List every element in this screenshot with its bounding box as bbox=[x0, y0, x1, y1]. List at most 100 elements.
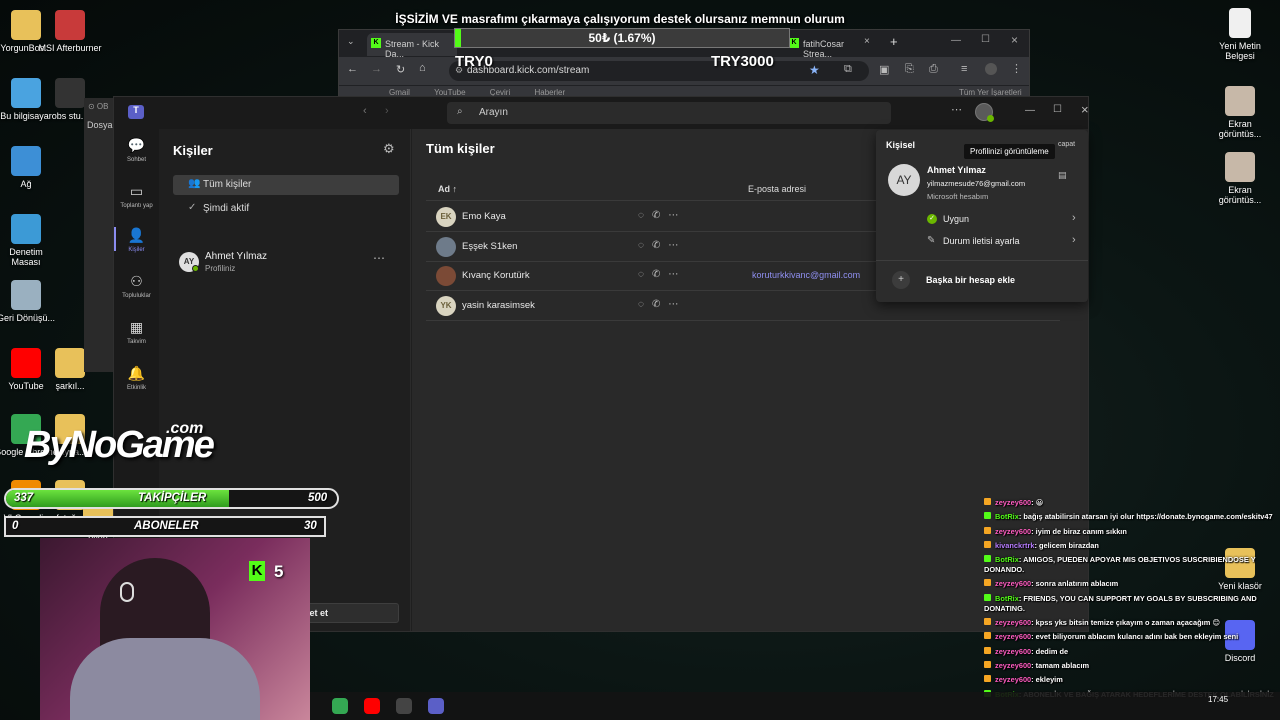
reload-icon[interactable]: ↻ bbox=[396, 63, 405, 76]
call-icon[interactable]: ✆ bbox=[652, 210, 668, 221]
obs-icon[interactable] bbox=[396, 698, 412, 714]
rail-calendar[interactable]: ▦ Takvim bbox=[114, 319, 159, 345]
desktop-icon[interactable]: Denetim Masası bbox=[0, 214, 58, 267]
row-actions: ◌✆⋯ bbox=[638, 299, 686, 310]
chat-username[interactable]: zeyzey600 bbox=[995, 579, 1031, 588]
badge-icon bbox=[984, 618, 991, 626]
my-profile-item[interactable]: AY Ahmet Yılmaz Profiliniz ⋯ bbox=[179, 249, 405, 279]
set-status-message[interactable]: ✎ Durum iletisi ayarla › bbox=[926, 234, 1082, 252]
chat-username[interactable]: zeyzey600 bbox=[995, 661, 1031, 670]
nav-all-contacts[interactable]: 👥 Tüm kişiler bbox=[173, 175, 399, 195]
media-icon[interactable]: ≡ bbox=[961, 63, 967, 75]
profile-avatar-button[interactable] bbox=[975, 103, 994, 122]
webcam-feed bbox=[40, 538, 310, 720]
bookmark-star-icon[interactable]: ★ bbox=[809, 63, 820, 77]
contact-card-icon[interactable]: ▤ bbox=[1058, 170, 1067, 181]
donation-goal-min: TRY0 bbox=[455, 53, 493, 70]
desktop-icon[interactable]: Ekran görüntüs... bbox=[1208, 152, 1272, 205]
chat-username[interactable]: zeyzey600 bbox=[995, 618, 1031, 627]
youtube-icon[interactable] bbox=[364, 698, 380, 714]
more-icon[interactable]: ⋯ bbox=[668, 299, 686, 310]
chat-username[interactable]: zeyzey600 bbox=[995, 527, 1031, 536]
forward-icon[interactable]: → bbox=[371, 63, 382, 75]
teams-icon[interactable] bbox=[428, 698, 444, 714]
chat-icon[interactable]: ◌ bbox=[638, 240, 652, 251]
contact-email[interactable]: koruturkkivanc@gmail.com bbox=[752, 270, 860, 280]
clock[interactable]: 17:45 bbox=[1208, 695, 1228, 704]
minimize-icon[interactable]: — bbox=[951, 35, 961, 46]
obs-menu-dosya[interactable]: Dosya bbox=[87, 120, 113, 130]
minimize-icon[interactable]: — bbox=[1025, 105, 1035, 116]
add-account-button[interactable]: + Başka bir hesap ekle bbox=[888, 270, 1078, 292]
tab-label: Stream - Kick Da... bbox=[385, 39, 440, 59]
profile-avatar[interactable] bbox=[985, 63, 997, 75]
address-bar[interactable]: ⚙ dashboard.kick.com/stream bbox=[449, 61, 869, 81]
chat-username[interactable]: BotRix bbox=[995, 594, 1019, 603]
menu-icon[interactable]: ⋮ bbox=[1011, 62, 1022, 75]
desktop-icon[interactable]: Ağ bbox=[0, 146, 58, 189]
rail-video[interactable]: ▭ Toplantı yap bbox=[114, 183, 159, 209]
maximize-icon[interactable]: ☐ bbox=[1053, 104, 1062, 115]
call-icon[interactable]: ✆ bbox=[652, 240, 668, 251]
rail-people[interactable]: 👤 Kişiler bbox=[114, 227, 159, 253]
new-tab-icon[interactable]: + bbox=[890, 34, 898, 49]
avatar-large[interactable]: AY bbox=[888, 164, 920, 196]
settings-gear-icon[interactable]: ⚙ bbox=[383, 141, 395, 157]
print-icon[interactable]: ⎙ bbox=[929, 63, 938, 76]
back-icon[interactable]: ← bbox=[347, 63, 358, 75]
chat-username[interactable]: kivanckrtrk bbox=[995, 541, 1034, 550]
status-label: Uygun bbox=[943, 214, 970, 224]
back-icon[interactable]: ‹ bbox=[363, 105, 367, 117]
chat-username[interactable]: zeyzey600 bbox=[995, 632, 1031, 641]
more-icon[interactable]: ⋯ bbox=[668, 210, 686, 221]
rail-communities[interactable]: ⚇ Topluluklar bbox=[114, 273, 159, 299]
close-icon[interactable]: × bbox=[1011, 33, 1018, 47]
close-tab-icon[interactable]: × bbox=[864, 36, 870, 47]
close-icon[interactable]: × bbox=[1081, 102, 1089, 117]
status-selector[interactable]: ✓ Uygun › bbox=[926, 212, 1082, 230]
cast-icon[interactable]: ▣ bbox=[879, 63, 889, 76]
kick-icon: K bbox=[789, 38, 799, 48]
rail-bell[interactable]: 🔔 Etkinlik bbox=[114, 365, 159, 391]
headphones-icon bbox=[120, 582, 134, 602]
translate-icon[interactable]: ⎘ bbox=[905, 63, 914, 76]
call-icon[interactable]: ✆ bbox=[652, 299, 668, 310]
add-person-icon: + bbox=[892, 271, 910, 289]
popup-close-link[interactable]: capat bbox=[1058, 141, 1075, 148]
chat-icon[interactable]: ◌ bbox=[638, 269, 652, 280]
computer-icon bbox=[11, 78, 41, 108]
chrome-icon[interactable] bbox=[332, 698, 348, 714]
chat-username[interactable]: zeyzey600 bbox=[995, 498, 1031, 507]
chat-text: : FRIENDS, YOU CAN SUPPORT MY GOALS BY S… bbox=[984, 593, 1257, 613]
column-name[interactable]: Ad ↑ bbox=[438, 184, 457, 194]
tab-search-icon[interactable]: ⌄ bbox=[347, 36, 355, 47]
call-icon[interactable]: ✆ bbox=[652, 269, 668, 280]
home-icon[interactable]: ⌂ bbox=[419, 62, 426, 74]
more-icon[interactable]: ⋯ bbox=[373, 251, 385, 265]
search-input[interactable]: ⌕ Arayın bbox=[447, 102, 891, 124]
chat-username[interactable]: BotRix bbox=[995, 555, 1019, 564]
microsoft-account-link[interactable]: Microsoft hesabım bbox=[927, 192, 988, 201]
desktop-icon[interactable]: Ekran görüntüs... bbox=[1208, 86, 1272, 139]
rail-chat[interactable]: 💬 Sohbet bbox=[114, 137, 159, 163]
chat-icon[interactable]: ◌ bbox=[638, 210, 652, 221]
desktop-icon-label: Geri Dönüşü... bbox=[0, 313, 56, 323]
maximize-icon[interactable]: ☐ bbox=[981, 34, 990, 45]
chat-username[interactable]: zeyzey600 bbox=[995, 675, 1031, 684]
video-icon: ▭ bbox=[129, 183, 144, 199]
more-icon[interactable]: ⋯ bbox=[668, 269, 686, 280]
extensions-icon[interactable]: ⧉ bbox=[844, 63, 852, 76]
more-icon[interactable]: ⋯ bbox=[668, 240, 686, 251]
more-options-icon[interactable]: ⋯ bbox=[951, 103, 962, 116]
tab-kick-dashboard[interactable]: K Stream - Kick Da... bbox=[367, 33, 457, 59]
forward-icon[interactable]: › bbox=[385, 105, 389, 117]
chat-username[interactable]: zeyzey600 bbox=[995, 647, 1031, 656]
chat-username[interactable]: BotRix bbox=[995, 512, 1019, 521]
chat-message: BotRix: FRIENDS, YOU CAN SUPPORT MY GOAL… bbox=[984, 593, 1278, 614]
desktop-icon[interactable]: Geri Dönüşü... bbox=[0, 280, 58, 323]
chat-icon[interactable]: ◌ bbox=[638, 299, 652, 310]
nav-active-now[interactable]: ✓ Şimdi aktif bbox=[173, 199, 399, 219]
column-email[interactable]: E-posta adresi bbox=[748, 184, 806, 194]
teams-titlebar: ‹ › ⌕ Arayın ⋯ — ☐ × bbox=[159, 97, 1089, 129]
tab-fatihcosar[interactable]: K fatihCosar Strea... bbox=[785, 33, 875, 59]
